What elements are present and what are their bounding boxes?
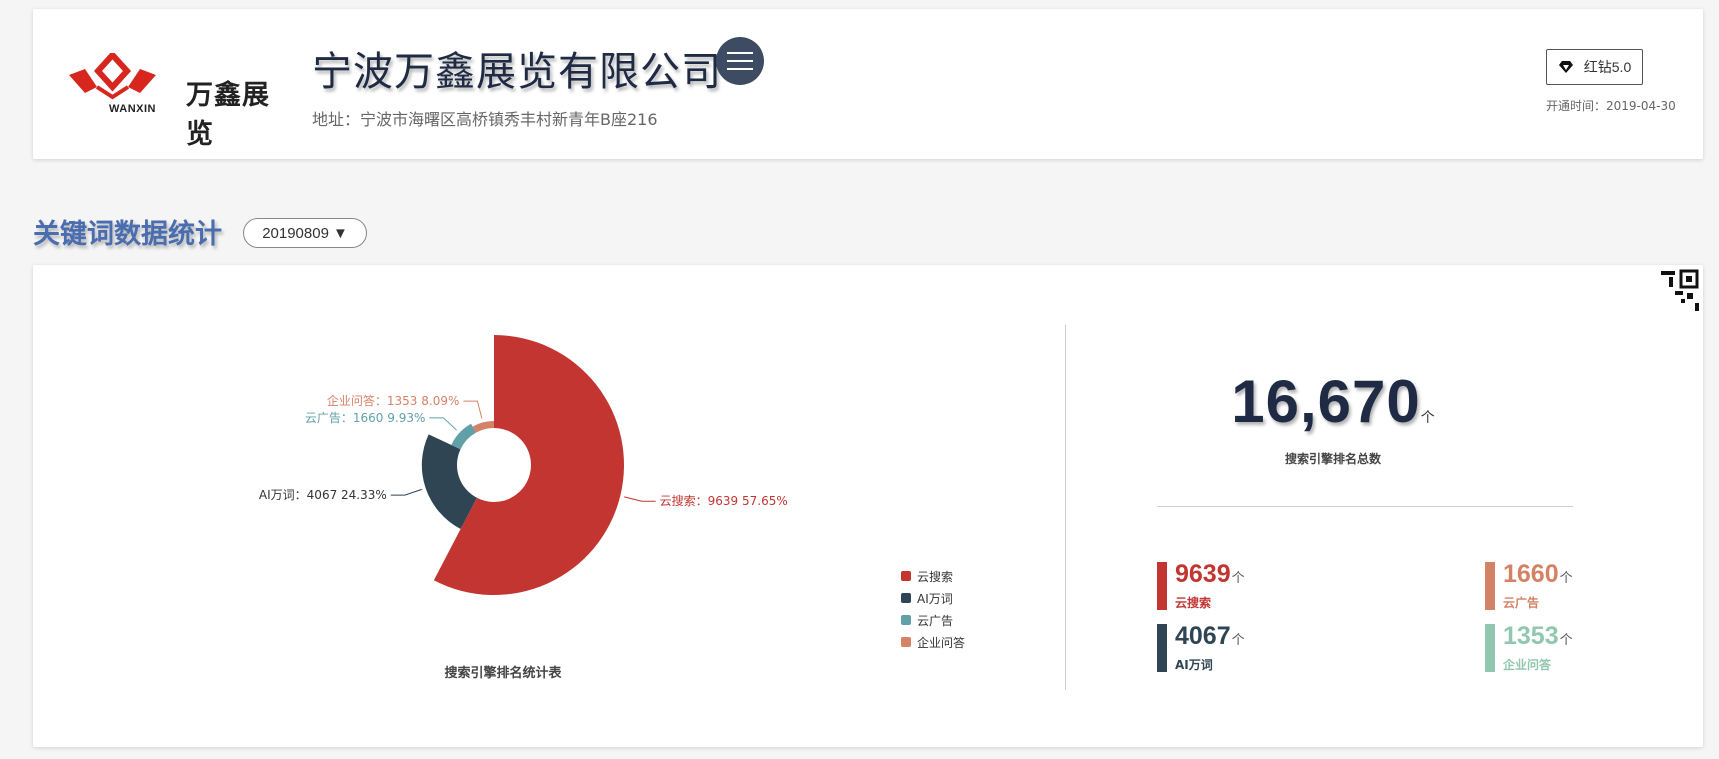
date-select[interactable]: 20190809 ▼ <box>243 218 367 248</box>
stat-value: 9639个 <box>1175 560 1245 589</box>
diamond-icon <box>1558 61 1573 73</box>
stat-value: 1660个 <box>1503 560 1573 589</box>
stat-label: 云搜索 <box>1175 596 1212 610</box>
stat-color-bar <box>1157 624 1167 672</box>
stat-ai-words: 4067个 AI万词 <box>1157 622 1307 672</box>
pie-slice-yun-search[interactable] <box>433 335 625 595</box>
pie-slice-qa[interactable] <box>472 421 494 433</box>
label-leader-line <box>463 400 483 419</box>
menu-icon-line <box>727 60 753 62</box>
stat-yun-search: 9639个 云搜索 <box>1157 560 1307 610</box>
company-name: 宁波万鑫展览有限公司 <box>312 49 722 95</box>
stat-label: AI万词 <box>1175 658 1213 672</box>
legend-swatch <box>901 571 911 581</box>
slice-label-yun-ad: 云广告：1660 9.93% <box>305 411 425 425</box>
menu-icon-line <box>727 52 753 54</box>
stat-unit: 个 <box>1559 570 1573 585</box>
membership-badge[interactable]: 红钻5.0 <box>1546 49 1643 85</box>
stat-color-bar <box>1485 624 1495 672</box>
stat-number: 1353 <box>1503 622 1559 650</box>
open-time: 开通时间：2019-04-30 <box>1546 99 1676 113</box>
total-count: 16,670个 <box>1133 367 1533 436</box>
legend-label: AI万词 <box>917 591 953 606</box>
label-leader-line <box>429 417 457 431</box>
label-leader-line <box>390 488 422 496</box>
pie-chart: 云搜索：9639 57.65% AI万词：4067 24.33% 云广告：1660 … <box>259 335 788 595</box>
stat-yun-ad: 1660个 云广告 <box>1485 560 1635 610</box>
total-count-unit: 个 <box>1420 409 1435 425</box>
label-leader-line <box>624 496 656 502</box>
caret-down-icon: ▼ <box>332 224 348 242</box>
company-address: 地址：宁波市海曙区高桥镇秀丰村新青年B座216 <box>312 110 658 129</box>
qr-code-icon[interactable] <box>1641 265 1703 327</box>
stat-number: 1660 <box>1503 560 1559 588</box>
legend-swatch <box>901 615 911 625</box>
logo-text: 万鑫展览 <box>186 80 270 150</box>
logo-subtext: WANXIN <box>109 103 156 115</box>
legend-label: 云搜索 <box>917 569 954 584</box>
legend-item-yun-ad[interactable]: 云广告 <box>901 609 965 631</box>
menu-button[interactable] <box>716 37 764 85</box>
company-header: WANXIN 万鑫展览 宁波万鑫展览有限公司 地址：宁波市海曙区高桥镇秀丰村新青… <box>33 9 1703 159</box>
slice-label-yun-search: 云搜索：9639 57.65% <box>660 493 788 508</box>
slice-label-ai-words: AI万词：4067 24.33% <box>259 488 387 502</box>
stat-label: 云广告 <box>1503 596 1540 610</box>
section-title: 关键词数据统计 <box>33 219 222 250</box>
membership-label: 红钻5.0 <box>1583 59 1632 75</box>
legend-label: 云广告 <box>917 613 954 628</box>
stat-label: 企业问答 <box>1503 658 1552 672</box>
stat-qa: 1353个 企业问答 <box>1485 622 1635 672</box>
legend-swatch <box>901 637 911 647</box>
stat-unit: 个 <box>1231 570 1245 585</box>
legend-item-qa[interactable]: 企业问答 <box>901 631 965 653</box>
horizontal-divider <box>1157 506 1573 507</box>
stat-color-bar <box>1485 562 1495 610</box>
stat-value: 4067个 <box>1175 622 1245 651</box>
stat-number: 4067 <box>1175 622 1231 650</box>
stat-color-bar <box>1157 562 1167 610</box>
pie-slice-yun-ad[interactable] <box>451 423 476 450</box>
legend-item-ai-words[interactable]: AI万词 <box>901 587 965 609</box>
stat-unit: 个 <box>1231 632 1245 647</box>
total-count-label: 搜索引擎排名总数 <box>1284 452 1381 466</box>
legend-swatch <box>901 593 911 603</box>
company-logo: WANXIN 万鑫展览 <box>65 50 280 150</box>
chart-title: 搜索引擎排名统计表 <box>444 666 562 681</box>
statistics-card: 云搜索：9639 57.65% AI万词：4067 24.33% 云广告：1660 … <box>33 265 1703 747</box>
date-select-value: 20190809 <box>262 224 329 242</box>
vertical-divider <box>1065 325 1066 690</box>
legend-item-yun-search[interactable]: 云搜索 <box>901 565 965 587</box>
menu-icon-line <box>727 68 753 70</box>
stat-number: 9639 <box>1175 560 1231 588</box>
stat-unit: 个 <box>1559 632 1573 647</box>
slice-label-qa: 企业问答：1353 8.09% <box>327 393 459 408</box>
legend-label: 企业问答 <box>917 635 966 650</box>
total-count-value: 16,670 <box>1231 368 1421 435</box>
stat-value: 1353个 <box>1503 622 1573 651</box>
wanxin-logo-icon <box>69 50 156 100</box>
chart-legend: 云搜索 AI万词 云广告 企业问答 <box>901 565 965 653</box>
